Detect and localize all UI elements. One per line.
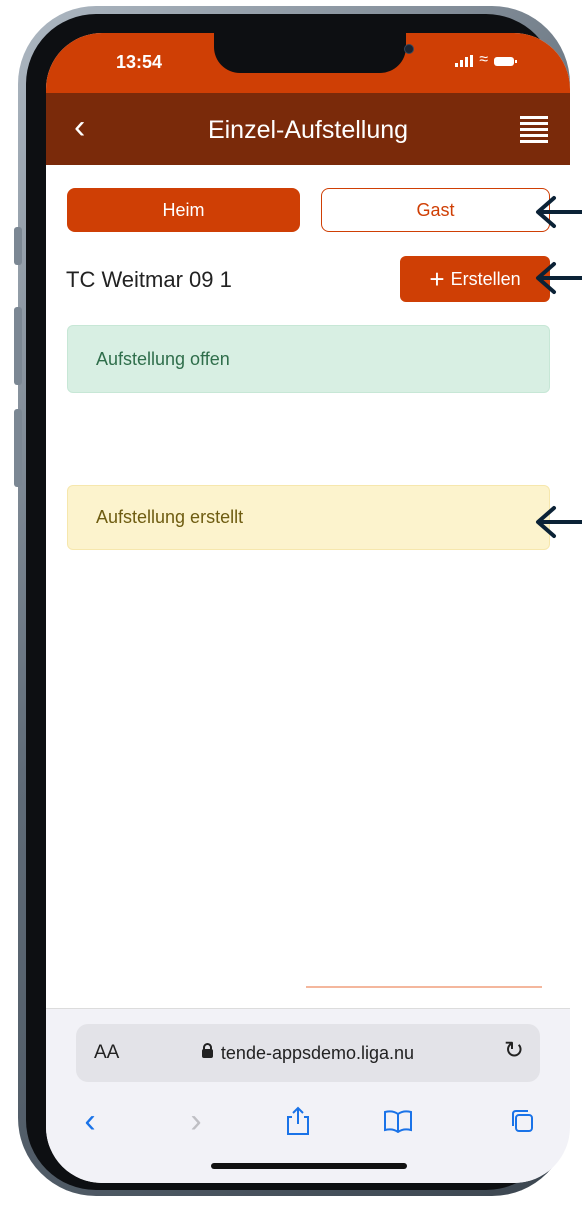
page-title: Einzel-Aufstellung (207, 116, 409, 144)
accent-divider (306, 986, 542, 988)
battery-icon (494, 57, 517, 66)
silent-switch (14, 227, 22, 265)
bookmarks-icon[interactable] (378, 1101, 418, 1141)
nav-bar: ‹ Einzel-Aufstellung (46, 93, 570, 165)
volume-down-button (14, 409, 22, 487)
plus-icon: + (429, 264, 445, 294)
callout-arrow-icon (536, 196, 582, 228)
browser-forward-icon[interactable]: › (176, 1101, 216, 1141)
volume-up-button (14, 307, 22, 385)
tab-heim[interactable]: Heim (67, 188, 300, 232)
url-display: tende-appsdemo.liga.nu (76, 1043, 540, 1064)
status-time: 13:54 (116, 52, 163, 72)
callout-arrow-icon (536, 262, 582, 294)
create-button[interactable]: + Erstellen (400, 256, 550, 302)
browser-back-icon[interactable]: ‹ (70, 1101, 110, 1141)
phone-screen: 13:54 ≈ ‹ Einzel-Aufstellung Heim Gast T… (46, 33, 570, 1183)
wifi-icon: ≈ (479, 51, 488, 68)
safari-toolbar: AA tende-appsdemo.liga.nu ↻ ‹ › (46, 1008, 570, 1183)
notch (214, 33, 414, 73)
team-name: TC Weitmar 09 1 (66, 267, 232, 292)
callout-arrow-icon (536, 506, 582, 538)
tabs-icon[interactable] (502, 1101, 542, 1141)
share-icon[interactable] (278, 1101, 318, 1141)
tab-gast[interactable]: Gast (321, 188, 550, 232)
lineup-open-alert: Aufstellung offen (67, 325, 550, 393)
signal-icon (455, 55, 474, 67)
url-text: tende-appsdemo.liga.nu (220, 1043, 415, 1063)
home-indicator (211, 1163, 407, 1169)
status-bar: 13:54 ≈ (46, 33, 570, 93)
lock-icon (201, 1043, 213, 1058)
lineup-created-alert: Aufstellung erstellt (67, 485, 550, 550)
lineup-created-text: Aufstellung erstellt (96, 507, 244, 527)
menu-icon[interactable] (520, 116, 548, 146)
reload-icon[interactable]: ↻ (504, 1036, 524, 1065)
address-bar[interactable]: AA tende-appsdemo.liga.nu ↻ (76, 1024, 540, 1082)
status-icons: ≈ (455, 51, 517, 68)
lineup-open-text: Aufstellung offen (96, 348, 230, 369)
camera-icon (404, 44, 414, 54)
create-button-label: Erstellen (450, 268, 521, 289)
